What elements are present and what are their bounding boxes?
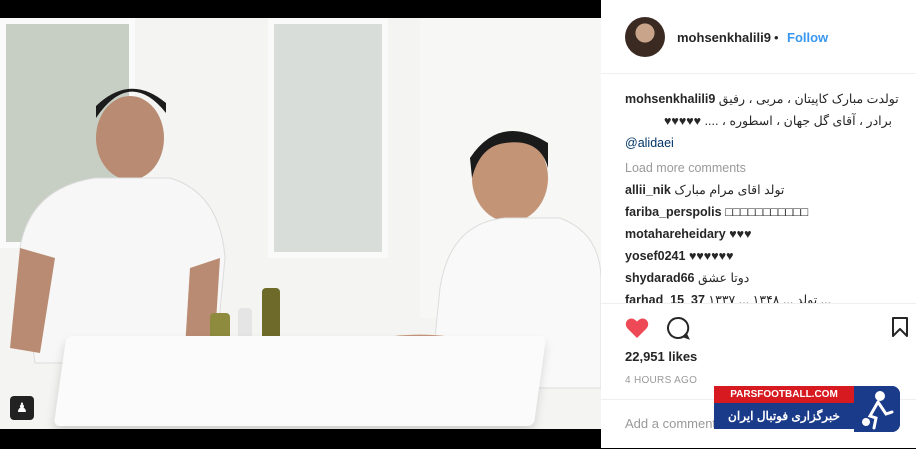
caption-mention[interactable]: @alidaei [625,136,674,150]
comment-username[interactable]: farhad_15_37 [625,293,705,303]
comment-text: ♥♥♥♥♥♥ [688,249,734,263]
post-panel: mohsenkhalili9 • Follow mohsenkhalili9 ت… [601,0,916,448]
comment-text: تولد ... ۱۳۴۸ ... ۱۳۳۷ ... [708,293,832,303]
caption-line-3: @alidaei [625,132,910,154]
avatar[interactable] [625,17,665,57]
load-more-comments[interactable]: Load more comments [625,157,910,179]
heart-icon[interactable] [625,317,649,339]
post-header: mohsenkhalili9 • Follow [601,0,916,74]
table [53,336,547,426]
football-player-icon [854,386,900,432]
watermark-logo: PARSFOOTBALL.COM خبرگزاری فوتبال ایران [714,386,900,432]
comment-row: yosef0241 ♥♥♥♥♥♥ [625,245,910,267]
user-tag-icon[interactable]: ♟ [10,396,34,420]
comment-username[interactable]: yosef0241 [625,249,685,263]
comment-row: motahareheidary ♥♥♥ [625,223,910,245]
caption-line-1: mohsenkhalili9 تولدت مبارک کاپیتان ، مرب… [625,88,910,110]
comment-row: shydarad66 دوتا عشق [625,267,910,289]
comments-list: mohsenkhalili9 تولدت مبارک کاپیتان ، مرب… [625,88,910,303]
comment-text: دوتا عشق [697,271,750,285]
comment-row: allii_nik تولد اقای مرام مبارک [625,179,910,201]
header-username[interactable]: mohsenkhalili9 [677,30,771,45]
like-count[interactable]: 22,951 likes [625,349,697,364]
photo-scene [0,18,601,429]
comment-text: □□□□□□□□□□□ [725,205,809,219]
caption-text-1: تولدت مبارک کاپیتان ، مربی ، رفیق [718,92,899,106]
comment-text: تولد اقای مرام مبارک [674,183,785,197]
comment-row: fariba_perspolis □□□□□□□□□□□ [625,201,910,223]
caption-line-2: ♥♥♥♥♥ .... ، برادر ، آقای گل جهان ، اسطو… [663,114,892,128]
bookmark-icon[interactable] [891,316,909,338]
comment-username[interactable]: allii_nik [625,183,671,197]
post-timestamp[interactable]: 4 HOURS AGO [625,375,697,386]
comment-username[interactable]: shydarad66 [625,271,694,285]
caption-username[interactable]: mohsenkhalili9 [625,92,715,106]
comment-icon[interactable] [666,316,690,340]
post-photo[interactable]: ♟ [0,0,601,448]
comment-row: farhad_15_37 تولد ... ۱۳۴۸ ... ۱۳۳۷ ... [625,289,910,303]
comment-username[interactable]: motahareheidary [625,227,726,241]
watermark-top: PARSFOOTBALL.COM [714,386,854,403]
follow-button[interactable]: Follow [787,30,828,45]
watermark-bottom: خبرگزاری فوتبال ایران [714,403,854,429]
separator: • [774,30,779,45]
comment-text: ♥♥♥ [729,227,752,241]
comment-username[interactable]: fariba_perspolis [625,205,722,219]
